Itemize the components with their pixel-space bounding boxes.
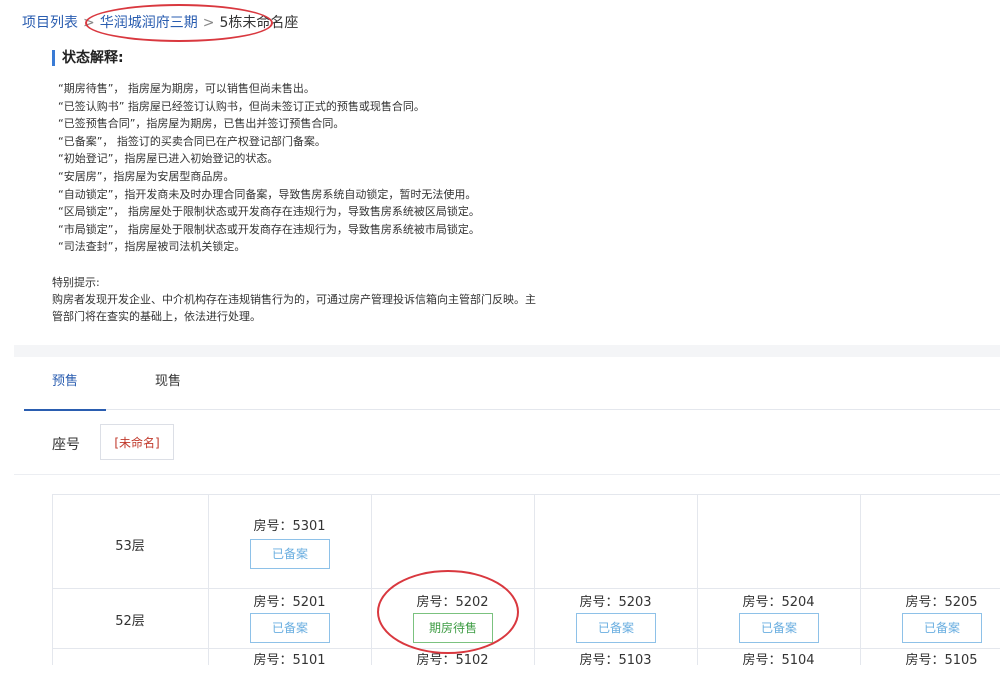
grid-line — [697, 495, 698, 665]
status-item: “自动锁定”，指开发商未及时办理合同备案，导致售房系统自动锁定，暂时无法使用。 — [58, 187, 477, 201]
grid-line — [52, 588, 1000, 589]
status-badge-5204[interactable]: 已备案 — [739, 613, 819, 643]
special-notice: 特别提示: 购房者发现开发企业、中介机构存在违规销售行为的，可通过房产管理投诉信… — [52, 274, 612, 325]
room-grid: 53层 房号：5301 已备案 52层 房号：5201 已备案 房号：5202 … — [52, 494, 1000, 665]
status-item: “安居房”，指房屋为安居型商品房。 — [58, 169, 235, 183]
status-item: “已备案”， 指签订的买卖合同已在产权登记部门备案。 — [58, 134, 326, 148]
room-number-5203: 房号：5203 — [579, 595, 652, 610]
status-item: “期房待售”， 指房屋为期房，可以销售但尚未售出。 — [58, 82, 315, 95]
room-number-5101: 房号：5101 — [253, 653, 326, 665]
seat-unnamed-button[interactable]: [未命名] — [100, 424, 174, 460]
status-badge-5205[interactable]: 已备案 — [902, 613, 982, 643]
status-item: “司法查封”，指房屋被司法机关锁定。 — [58, 240, 246, 254]
sale-type-tabs: 预售 现售 — [24, 365, 1000, 411]
breadcrumb: 项目列表 > 华润城润府三期 >5栋未命名座 — [22, 12, 298, 32]
floor-label-52: 52层 — [115, 614, 145, 629]
room-number-5202: 房号：5202 — [416, 595, 489, 610]
room-number-5103: 房号：5103 — [579, 653, 652, 665]
grid-line — [371, 495, 372, 665]
tab-presale[interactable]: 预售 — [24, 365, 106, 411]
room-number-5104: 房号：5104 — [742, 653, 815, 665]
room-number-5301: 房号：5301 — [253, 519, 326, 534]
seat-separator — [14, 474, 1000, 475]
status-explanation-title: 状态解释: — [52, 50, 612, 66]
status-item: “已签预售合同”，指房屋为期房，已售出并签订预售合同。 — [58, 117, 345, 131]
breadcrumb-building: 5栋未命名座 — [219, 15, 299, 31]
breadcrumb-project[interactable]: 华润城润府三期 — [100, 15, 198, 31]
special-notice-text: 购房者发现开发企业、中介机构存在违规销售行为的，可通过房产管理投诉信箱向主管部门… — [52, 292, 536, 323]
breadcrumb-separator: > — [83, 15, 95, 31]
status-badge-5201[interactable]: 已备案 — [250, 613, 330, 643]
grid-line — [534, 495, 535, 665]
grid-line — [52, 495, 53, 665]
room-number-5105: 房号：5105 — [905, 653, 978, 665]
breadcrumb-project-list[interactable]: 项目列表 — [22, 15, 78, 31]
status-badge-5203[interactable]: 已备案 — [576, 613, 656, 643]
room-number-5102: 房号：5102 — [416, 653, 489, 665]
floor-label-53: 53层 — [115, 539, 145, 554]
status-badge-5301[interactable]: 已备案 — [250, 539, 330, 569]
tab-spot-sale[interactable]: 现售 — [127, 365, 209, 409]
status-item: “市局锁定”， 指房屋处于限制状态或开发商存在违规行为，导致售房系统被市局锁定。 — [58, 222, 480, 236]
grid-line — [860, 495, 861, 665]
status-item: “初始登记”，指房屋已进入初始登记的状态。 — [58, 152, 279, 166]
status-explanation: 状态解释: “期房待售”， 指房屋为期房，可以销售但尚未售出。 “已签认购书” … — [52, 50, 612, 325]
status-badge-5202[interactable]: 期房待售 — [413, 613, 493, 643]
seat-label: 座号 — [52, 437, 80, 453]
status-explanation-list: “期房待售”， 指房屋为期房，可以销售但尚未售出。 “已签认购书” 指房屋已经签… — [58, 80, 612, 256]
room-number-5204: 房号：5204 — [742, 595, 815, 610]
room-number-5201: 房号：5201 — [253, 595, 326, 610]
status-item: “已签认购书” 指房屋已经签订认购书，但尚未签订正式的预售或现售合同。 — [58, 99, 425, 113]
status-item: “区局锁定”， 指房屋处于限制状态或开发商存在违规行为，导致售房系统被区局锁定。 — [58, 205, 480, 219]
section-divider — [14, 345, 1000, 357]
room-number-5205: 房号：5205 — [905, 595, 978, 610]
breadcrumb-separator: > — [202, 15, 215, 31]
special-notice-title: 特别提示: — [52, 275, 100, 289]
